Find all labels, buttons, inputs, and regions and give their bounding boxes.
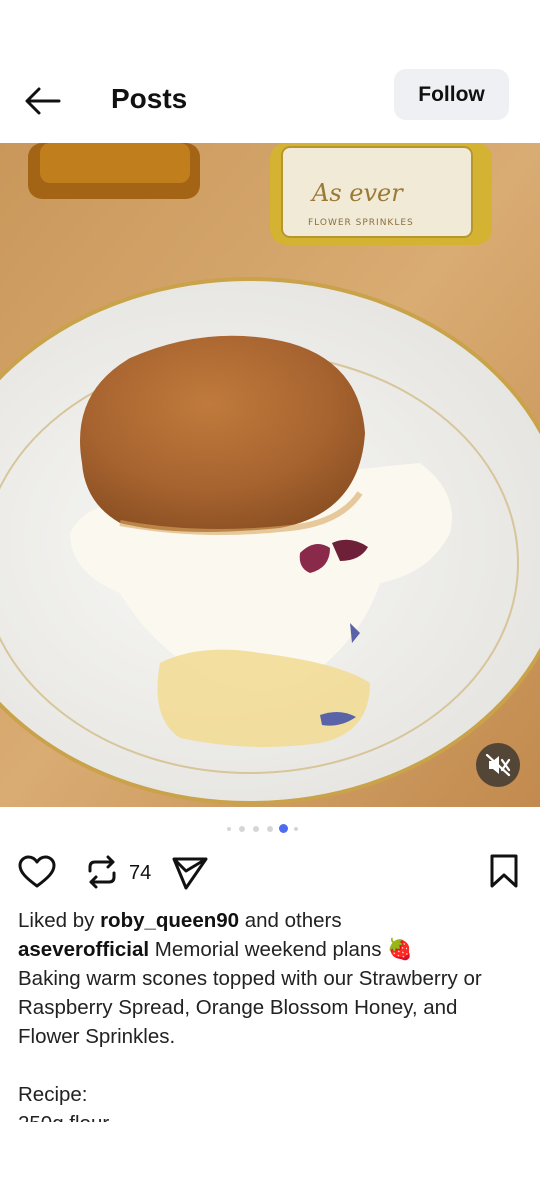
- carousel-dot: [227, 827, 231, 831]
- arrow-left-icon: [25, 87, 61, 115]
- carousel-dot-active: [279, 824, 288, 833]
- caption-spacer: [18, 1051, 523, 1080]
- recipe-line: 250g flour: [18, 1109, 523, 1122]
- carousel-dot: [294, 827, 298, 831]
- bookmark-button[interactable]: [488, 853, 520, 894]
- heart-icon: [18, 855, 56, 888]
- carousel-dot: [267, 826, 273, 832]
- jar-label-sub: FLOWER SPRINKLES: [308, 218, 414, 228]
- like-button[interactable]: [18, 855, 56, 894]
- back-button[interactable]: [22, 84, 62, 118]
- muted-speaker-icon: [485, 753, 511, 777]
- send-icon: [172, 857, 208, 890]
- liked-by-user-link[interactable]: roby_queen90: [100, 909, 239, 932]
- carousel-dot: [239, 826, 245, 832]
- liked-by-line: Liked by roby_queen90 and others: [18, 909, 342, 932]
- follow-button[interactable]: Follow: [394, 69, 509, 120]
- post-caption: Liked by roby_queen90 and others asevero…: [18, 906, 523, 1122]
- bookmark-icon: [490, 854, 518, 888]
- jar-label-script: As ever: [310, 179, 404, 207]
- post-image[interactable]: As ever FLOWER SPRINKLES: [0, 143, 540, 807]
- share-button[interactable]: [171, 855, 209, 896]
- recipe-label: Recipe:: [18, 1083, 88, 1106]
- top-bar: Posts Follow: [0, 0, 540, 143]
- caption-first-line: aseverofficial Memorial weekend plans 🍓: [18, 938, 413, 961]
- scone-photo: As ever FLOWER SPRINKLES: [0, 143, 540, 807]
- repost-count: 74: [129, 862, 152, 884]
- repost-button[interactable]: [86, 854, 118, 895]
- mute-toggle[interactable]: [476, 743, 520, 787]
- author-username[interactable]: aseverofficial: [18, 938, 149, 961]
- page-title: Posts: [111, 83, 188, 114]
- caption-body: Baking warm scones topped with our Straw…: [18, 967, 482, 1048]
- repeat-icon: [88, 855, 116, 889]
- carousel-dot: [253, 826, 259, 832]
- carousel-indicator: [225, 824, 305, 834]
